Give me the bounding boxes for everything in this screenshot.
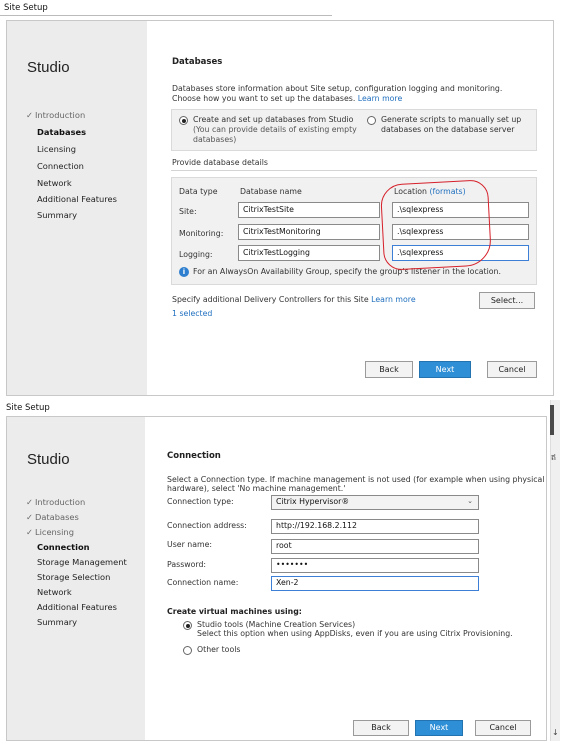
radio-create-databases[interactable]: [179, 116, 188, 125]
radio-studio-tools[interactable]: [183, 621, 192, 630]
monitoring-db-name-input[interactable]: CitrixTestMonitoring: [238, 224, 380, 240]
other-tools-label[interactable]: Other tools: [197, 645, 240, 655]
connection-address-input[interactable]: http://192.168.2.112: [271, 519, 479, 534]
page-heading: Databases: [172, 57, 223, 67]
connection-type-select[interactable]: Citrix Hypervisor® ⌄: [271, 495, 479, 510]
nav-connection[interactable]: Connection: [37, 161, 84, 171]
db-details-panel: Data type Database name Location (format…: [171, 177, 537, 285]
connection-type-value: Citrix Hypervisor®: [276, 497, 350, 506]
wizard-main-2: Connection Select a Connection type. If …: [145, 417, 546, 740]
connection-name-label: Connection name:: [167, 578, 239, 587]
password-label: Password:: [167, 560, 207, 569]
studio-title-2: Studio: [27, 451, 70, 468]
controllers-label: Specify additional Delivery Controllers …: [172, 295, 369, 304]
intro-text: Choose how you want to set up the databa…: [172, 94, 356, 103]
nav-label: Introduction: [34, 110, 86, 120]
divider: [171, 170, 537, 171]
conn-intro-2: hardware), select 'No machine management…: [167, 484, 346, 493]
intro-line-2: Choose how you want to set up the databa…: [172, 94, 402, 104]
intro-line-1: Databases store information about Site s…: [172, 84, 503, 93]
nav-introduction-2[interactable]: ✓ Introduction: [26, 497, 85, 507]
user-name-label: User name:: [167, 540, 212, 549]
nav-label: Licensing: [34, 527, 74, 537]
back-button[interactable]: Back: [365, 361, 413, 378]
select-button[interactable]: Select...: [479, 292, 535, 309]
side-glyph: ឥ: [551, 453, 557, 462]
nav-introduction[interactable]: ✓ Introduction: [26, 110, 85, 120]
red-annotation-circle: [379, 179, 493, 271]
wizard-sidebar: Studio ✓ Introduction Databases Licensing…: [7, 21, 147, 395]
learn-more-link[interactable]: Learn more: [358, 94, 402, 103]
nav-additional-features[interactable]: Additional Features: [37, 194, 117, 204]
option2-line-2: databases on the database server: [381, 125, 515, 134]
nav-databases-2[interactable]: ✓ Databases: [26, 512, 79, 522]
site-db-name-input[interactable]: CitrixTestSite: [238, 202, 380, 218]
chevron-down-icon: ⌄: [467, 497, 473, 505]
nav-storage-selection[interactable]: Storage Selection: [37, 572, 110, 582]
back-button-2[interactable]: Back: [353, 720, 409, 736]
site-setup-window-2: Studio ✓ Introduction ✓ Databases ✓ Licensi…: [6, 416, 547, 741]
connection-type-label: Connection type:: [167, 497, 234, 506]
nav-network-2[interactable]: Network: [37, 587, 72, 597]
wizard-sidebar-2: Studio ✓ Introduction ✓ Databases ✓ Licensi…: [7, 417, 145, 740]
nav-databases[interactable]: Databases: [37, 127, 86, 137]
user-name-input[interactable]: root: [271, 539, 479, 554]
provide-details-label: Provide database details: [172, 158, 268, 167]
nav-licensing[interactable]: Licensing: [37, 144, 76, 154]
db-option-panel: Create and set up databases from Studio …: [171, 109, 537, 151]
next-button-2[interactable]: Next: [415, 720, 463, 736]
option1-sub-2: databases): [193, 135, 237, 144]
cancel-button[interactable]: Cancel: [487, 361, 537, 378]
nav-summary[interactable]: Summary: [37, 210, 77, 220]
nav-label: Databases: [34, 512, 79, 522]
alwayson-info: For an AlwaysOn Availability Group, spec…: [193, 267, 501, 276]
info-icon: i: [179, 267, 189, 277]
row-monitoring-label: Monitoring:: [179, 229, 224, 238]
password-input[interactable]: •••••••: [271, 558, 479, 573]
nav-storage-management[interactable]: Storage Management: [37, 557, 127, 567]
studio-title: Studio: [27, 59, 70, 76]
col-database-name: Database name: [240, 187, 302, 196]
radio-generate-scripts[interactable]: [367, 116, 376, 125]
check-icon: ✓: [26, 110, 33, 120]
logging-db-name-input[interactable]: CitrixTestLogging: [238, 245, 380, 261]
studio-tools-sub: Select this option when using AppDisks, …: [197, 629, 513, 638]
row-logging-label: Logging:: [179, 250, 213, 259]
row-site-label: Site:: [179, 207, 197, 216]
nav-licensing-2[interactable]: ✓ Licensing: [26, 527, 74, 537]
col-data-type: Data type: [179, 187, 218, 196]
check-icon: ✓: [26, 497, 33, 507]
site-setup-window: Studio ✓ Introduction Databases Licensing…: [6, 20, 554, 396]
create-vm-heading: Create virtual machines using:: [167, 607, 302, 616]
check-icon: ✓: [26, 512, 33, 522]
window-title-2: Site Setup: [6, 403, 50, 413]
wizard-main: Databases Databases store information ab…: [147, 21, 553, 395]
scrollbar-thumb[interactable]: [550, 405, 554, 435]
check-icon: ✓: [26, 527, 33, 537]
window-title: Site Setup: [4, 3, 48, 13]
nav-summary-2[interactable]: Summary: [37, 617, 77, 627]
nav-network[interactable]: Network: [37, 178, 72, 188]
scroll-down-arrow-icon[interactable]: ↓: [552, 728, 559, 737]
controllers-text: Specify additional Delivery Controllers …: [172, 295, 416, 305]
option1-title[interactable]: Create and set up databases from Studio: [193, 115, 353, 125]
option1-sub-1: (You can provide details of existing emp…: [193, 125, 357, 134]
cancel-button-2[interactable]: Cancel: [475, 720, 531, 736]
connection-name-input[interactable]: Xen-2: [271, 576, 479, 591]
title-underline: [0, 15, 332, 16]
controllers-learn-more-link[interactable]: Learn more: [371, 295, 415, 304]
option2-line-1[interactable]: Generate scripts to manually set up: [381, 115, 521, 125]
connection-address-label: Connection address:: [167, 521, 247, 530]
page-heading-2: Connection: [167, 451, 221, 461]
nav-additional-features-2[interactable]: Additional Features: [37, 602, 117, 612]
next-button[interactable]: Next: [419, 361, 471, 378]
radio-other-tools[interactable]: [183, 646, 192, 655]
nav-label: Introduction: [34, 497, 86, 507]
nav-connection-2[interactable]: Connection: [37, 542, 90, 552]
selected-count-link[interactable]: 1 selected: [172, 309, 212, 319]
